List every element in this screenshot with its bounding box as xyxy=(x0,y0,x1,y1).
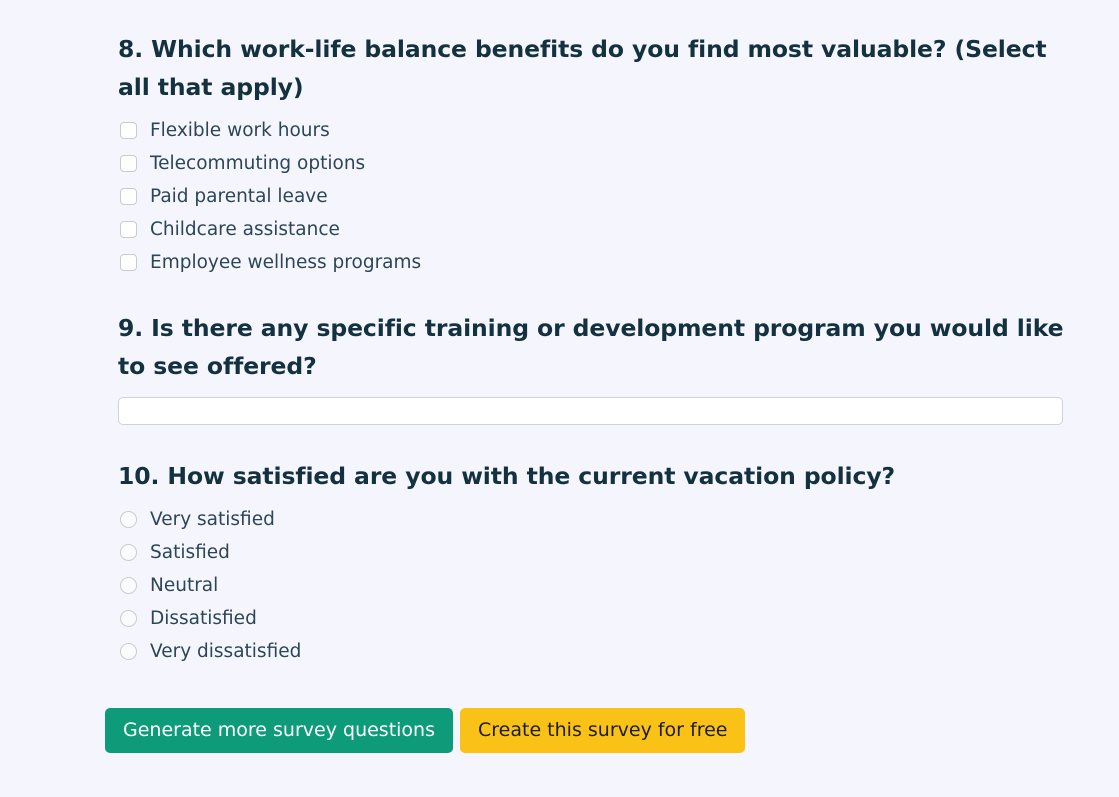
checkbox-option-employee-wellness-programs[interactable]: Employee wellness programs xyxy=(118,246,1066,279)
radio-option-very-satisfied[interactable]: Very satisfied xyxy=(118,503,1066,536)
generate-more-questions-button[interactable]: Generate more survey questions xyxy=(105,708,453,753)
question-8-block: 8. Which work-life balance benefits do y… xyxy=(118,30,1066,279)
question-10-block: 10. How satisfied are you with the curre… xyxy=(118,457,1066,668)
checkbox-icon[interactable] xyxy=(120,221,137,239)
survey-page: 8. Which work-life balance benefits do y… xyxy=(0,0,1119,797)
option-label: Paid parental leave xyxy=(150,185,328,207)
question-9-text-input[interactable] xyxy=(118,397,1063,426)
radio-option-dissatisfied[interactable]: Dissatisfied xyxy=(118,602,1066,635)
radio-icon[interactable] xyxy=(120,511,137,529)
checkbox-option-childcare-assistance[interactable]: Childcare assistance xyxy=(118,213,1066,246)
radio-option-neutral[interactable]: Neutral xyxy=(118,569,1066,602)
radio-option-very-dissatisfied[interactable]: Very dissatisfied xyxy=(118,635,1066,668)
checkbox-icon[interactable] xyxy=(120,188,137,206)
question-10-heading: 10. How satisfied are you with the curre… xyxy=(118,462,896,491)
option-label: Satisfied xyxy=(150,541,230,563)
checkbox-option-flexible-work-hours[interactable]: Flexible work hours xyxy=(118,114,1066,147)
radio-icon[interactable] xyxy=(120,577,137,595)
question-8-heading: 8. Which work-life balance benefits do y… xyxy=(118,35,1047,102)
option-label: Very satisfied xyxy=(150,508,275,530)
option-label: Childcare assistance xyxy=(150,218,340,240)
radio-icon[interactable] xyxy=(120,643,137,661)
question-10-options: Very satisfied Satisfied Neutral Dissati… xyxy=(118,503,1066,668)
create-survey-button[interactable]: Create this survey for free xyxy=(460,708,746,753)
question-9-block: 9. Is there any specific training or dev… xyxy=(118,309,1066,426)
survey-form: 8. Which work-life balance benefits do y… xyxy=(118,30,1066,668)
checkbox-icon[interactable] xyxy=(120,155,137,173)
option-label: Very dissatisfied xyxy=(150,640,302,662)
radio-icon[interactable] xyxy=(120,610,137,628)
radio-icon[interactable] xyxy=(120,544,137,562)
option-label: Neutral xyxy=(150,574,219,596)
checkbox-icon[interactable] xyxy=(120,254,137,272)
question-8-options: Flexible work hours Telecommuting option… xyxy=(118,114,1066,279)
checkbox-option-telecommuting-options[interactable]: Telecommuting options xyxy=(118,147,1066,180)
checkbox-icon[interactable] xyxy=(120,122,137,140)
option-label: Dissatisfied xyxy=(150,607,257,629)
option-label: Telecommuting options xyxy=(150,152,366,174)
option-label: Flexible work hours xyxy=(150,119,330,141)
action-buttons: Generate more survey questions Create th… xyxy=(105,708,746,753)
option-label: Employee wellness programs xyxy=(150,251,422,273)
checkbox-option-paid-parental-leave[interactable]: Paid parental leave xyxy=(118,180,1066,213)
question-9-heading: 9. Is there any specific training or dev… xyxy=(118,314,1064,381)
radio-option-satisfied[interactable]: Satisfied xyxy=(118,536,1066,569)
